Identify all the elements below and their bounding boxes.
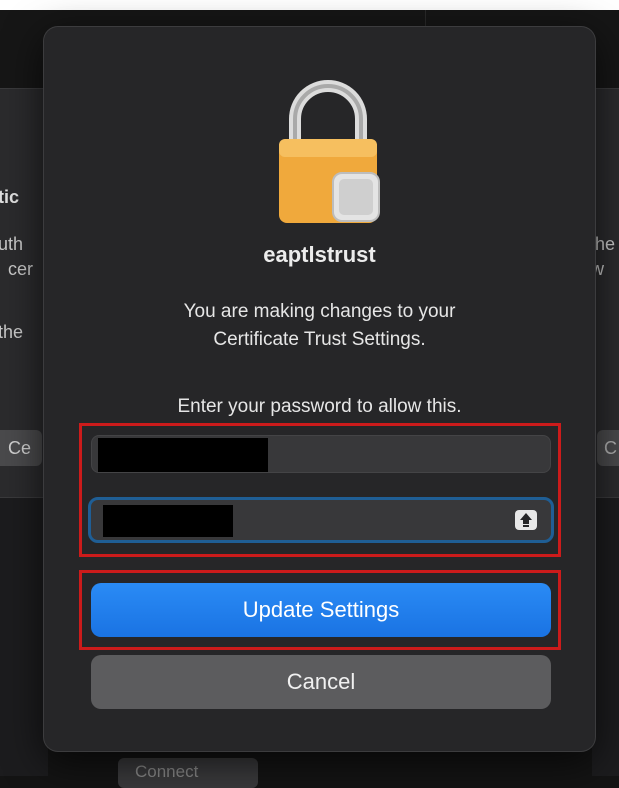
background-text: uth [0, 234, 24, 254]
update-settings-button[interactable]: Update Settings [91, 583, 551, 637]
background-text: tic [0, 187, 20, 207]
dialog-message-line1: You are making changes to your [183, 301, 456, 322]
connect-button-label: Connect [135, 762, 199, 781]
dialog-title: eaptlstrust [263, 242, 376, 267]
background-button-right-label: C [604, 438, 617, 458]
password-prompt: Enter your password to allow this. [177, 396, 462, 417]
background-text: the [0, 322, 24, 342]
lock-icon [273, 77, 383, 227]
redacted-username [98, 438, 268, 472]
caps-lock-icon [515, 510, 537, 530]
username-field[interactable] [91, 435, 551, 473]
background-text: cer [8, 259, 34, 279]
background-button-left-label: Ce [8, 438, 32, 458]
authentication-dialog: eaptlstrust You are making changes to yo… [44, 27, 595, 751]
background-top-edge [0, 0, 619, 10]
cancel-button[interactable]: Cancel [91, 655, 551, 709]
redacted-password [103, 505, 233, 537]
password-field[interactable] [88, 497, 554, 543]
dialog-message-line2: Certificate Trust Settings. [213, 329, 426, 350]
